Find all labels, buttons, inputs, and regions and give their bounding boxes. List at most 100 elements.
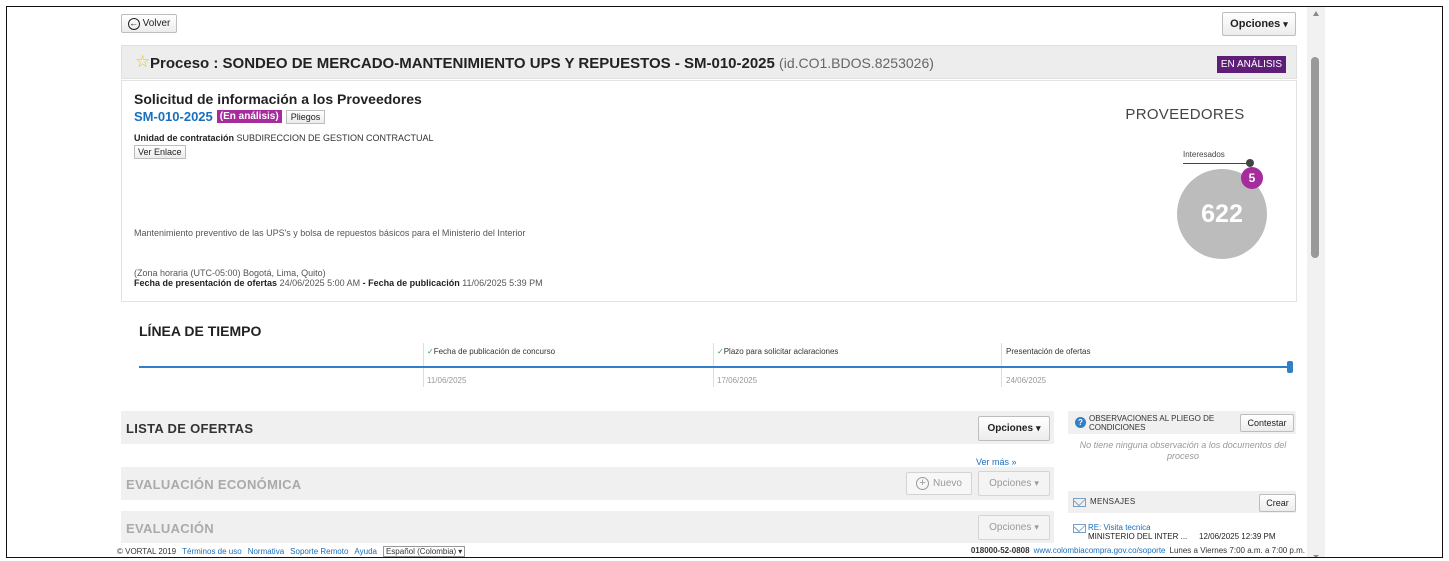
- nuevo-button[interactable]: + Nuevo: [906, 472, 972, 495]
- observaciones-header: ? OBSERVACIONES AL PLIEGO DE CONDICIONES…: [1068, 411, 1296, 434]
- timeline-step-2-label: Plazo para solicitar aclaraciones: [723, 347, 839, 356]
- fecha-publicacion-label: Fecha de publicación: [368, 278, 460, 288]
- timeline-title: LÍNEA DE TIEMPO: [139, 323, 262, 339]
- footer-link-ayuda[interactable]: Ayuda: [354, 547, 377, 556]
- interesados-count-circle[interactable]: 5: [1241, 167, 1263, 189]
- dates-line: Fecha de presentación de ofertas 24/06/2…: [134, 278, 543, 288]
- scrollbar-thumb[interactable]: [1311, 57, 1319, 258]
- check-icon: ✓: [717, 347, 724, 356]
- footer-link-soporte-remoto[interactable]: Soporte Remoto: [290, 547, 348, 556]
- options-label: Opciones: [989, 522, 1032, 533]
- chevron-down-icon: ▾: [1034, 478, 1039, 488]
- back-button-label: Volver: [142, 18, 171, 29]
- scroll-up-arrow[interactable]: [1313, 11, 1319, 16]
- chevron-down-icon: ▾: [1034, 522, 1039, 532]
- timeline-end-marker: [1287, 361, 1293, 373]
- process-prefix: Proceso :: [150, 55, 223, 72]
- question-icon: ?: [1075, 417, 1086, 428]
- support-url-link[interactable]: www.colombiacompra.gov.co/soporte: [1034, 546, 1166, 555]
- evaluacion-options-button[interactable]: Opciones ▾: [978, 515, 1050, 540]
- solicitud-title: Solicitud de información a los Proveedor…: [134, 91, 422, 107]
- chevron-down-icon: ▾: [458, 547, 463, 556]
- options-dropdown-top[interactable]: Opciones ▾: [1222, 12, 1296, 36]
- observaciones-title: OBSERVACIONES AL PLIEGO DE CONDICIONES: [1089, 414, 1215, 432]
- process-header: ☆ Proceso : SONDEO DE MERCADO-MANTENIMIE…: [121, 45, 1297, 79]
- observaciones-empty-text: No tiene ninguna observación a los docum…: [1079, 440, 1287, 461]
- page-frame: ← Volver Opciones ▾ ☆ Proceso : SONDEO D…: [6, 6, 1443, 558]
- evaluacion-economica-options-button[interactable]: Opciones ▾: [978, 471, 1050, 496]
- options-label: Opciones: [987, 423, 1034, 434]
- interesados-leader-line: [1183, 163, 1249, 164]
- timeline-step-label: ✓Plazo para solicitar aclaraciones: [717, 347, 838, 356]
- timeline-progress-line: [139, 366, 1291, 368]
- mensajes-title: MENSAJES: [1090, 497, 1136, 506]
- pliegos-button[interactable]: Pliegos: [285, 109, 326, 124]
- fecha-presentacion-label: Fecha de presentación de ofertas: [134, 278, 278, 288]
- timeline-step-label: Presentación de ofertas: [1006, 347, 1091, 356]
- interesados-label: Interesados: [1183, 150, 1225, 159]
- support-phone: 018000-52-0808: [970, 546, 1030, 555]
- support-hours: Lunes a Viernes 7:00 a.m. a 7:00 p.m.: [1169, 546, 1306, 555]
- mensajes-panel: MENSAJES Crear RE: Visita tecnica MINIST…: [1068, 491, 1296, 547]
- page-footer: © VORTAL 2019 Términos de uso Normativa …: [7, 543, 1317, 557]
- timezone-text: (Zona horaria (UTC-05:00) Bogotá, Lima, …: [134, 268, 326, 278]
- message-sender: MINISTERIO DEL INTER ...: [1088, 532, 1188, 541]
- fecha-publicacion-value: 11/06/2025 5:39 PM: [462, 278, 543, 288]
- nuevo-label: Nuevo: [933, 478, 962, 489]
- reference-row: SM-010-2025 (En análisis) Pliegos: [134, 109, 326, 124]
- process-title: Proceso : SONDEO DE MERCADO-MANTENIMIENT…: [150, 55, 934, 72]
- footer-right: 018000-52-0808 www.colombiacompra.gov.co…: [971, 546, 1305, 555]
- timeline-step-1-label: Fecha de publicación de concurso: [433, 347, 556, 356]
- lista-ofertas-title: LISTA DE OFERTAS: [126, 421, 254, 436]
- process-info-panel: Solicitud de información a los Proveedor…: [121, 80, 1297, 302]
- check-icon: ✓: [427, 347, 434, 356]
- evaluacion-economica-title: EVALUACIÓN ECONÓMICA: [126, 477, 302, 492]
- options-label: Opciones: [989, 478, 1032, 489]
- ver-mas-link[interactable]: Ver más »: [976, 457, 1017, 467]
- timeline-step-2-date: 17/06/2025: [717, 376, 758, 385]
- dates-separator: -: [362, 278, 366, 288]
- options-label: Opciones: [1230, 18, 1281, 30]
- process-description: Mantenimiento preventivo de las UPS's y …: [134, 228, 526, 238]
- footer-link-normativa[interactable]: Normativa: [248, 547, 284, 556]
- unidad-label: Unidad de contratación: [134, 133, 235, 143]
- process-id: (id.CO1.BDOS.8253026): [779, 55, 934, 71]
- process-name: SONDEO DE MERCADO-MANTENIMIENTO UPS Y RE…: [222, 55, 775, 72]
- language-value: Español (Colombia): [385, 547, 457, 556]
- ver-enlace-button[interactable]: Ver Enlace: [134, 145, 186, 159]
- timeline-divider: [423, 343, 424, 387]
- envelope-icon: [1073, 524, 1086, 533]
- copyright-text: © VORTAL 2019: [117, 547, 177, 556]
- interesados-leader-dot: [1246, 159, 1254, 167]
- timeline-step-label: ✓Fecha de publicación de concurso: [427, 347, 555, 356]
- timeline-divider: [1001, 343, 1002, 387]
- fecha-presentacion-value: 24/06/2025 5:00 AM: [279, 278, 361, 288]
- reference-link[interactable]: SM-010-2025: [134, 109, 213, 124]
- envelope-icon: [1073, 498, 1086, 507]
- message-date: 12/06/2025 12:39 PM: [1199, 532, 1276, 541]
- scroll-down-arrow[interactable]: [1313, 555, 1319, 557]
- timeline-step-3-label: Presentación de ofertas: [1006, 347, 1091, 356]
- message-subject-link[interactable]: RE: Visita tecnica: [1088, 523, 1151, 532]
- mensajes-header: MENSAJES Crear: [1068, 491, 1296, 513]
- timeline-divider: [713, 343, 714, 387]
- proveedores-title: PROVEEDORES: [1125, 106, 1245, 123]
- contestar-button[interactable]: Contestar: [1240, 414, 1294, 432]
- language-select[interactable]: Español (Colombia) ▾: [382, 546, 466, 557]
- timeline-step-3-date: 24/06/2025: [1006, 376, 1047, 385]
- crear-button[interactable]: Crear: [1259, 494, 1296, 512]
- back-button[interactable]: ← Volver: [121, 14, 177, 33]
- chevron-down-icon: ▾: [1283, 18, 1288, 29]
- back-arrow-icon: ←: [127, 17, 140, 30]
- unidad-value: SUBDIRECCION DE GESTION CONTRACTUAL: [236, 133, 434, 143]
- reference-status-badge: (En análisis): [216, 110, 282, 123]
- observaciones-panel: ? OBSERVACIONES AL PLIEGO DE CONDICIONES…: [1068, 411, 1296, 469]
- lista-ofertas-options-button[interactable]: Opciones ▾: [978, 416, 1050, 441]
- evaluacion-title: EVALUACIÓN: [126, 521, 214, 536]
- chevron-down-icon: ▾: [1036, 423, 1041, 433]
- evaluacion-economica-section: EVALUACIÓN ECONÓMICA + Nuevo Opciones ▾: [121, 467, 1054, 500]
- unidad-contratacion: Unidad de contratación SUBDIRECCION DE G…: [134, 133, 434, 143]
- status-badge: EN ANÁLISIS: [1216, 56, 1286, 73]
- star-icon[interactable]: ☆: [135, 53, 150, 70]
- footer-link-terminos[interactable]: Términos de uso: [182, 547, 242, 556]
